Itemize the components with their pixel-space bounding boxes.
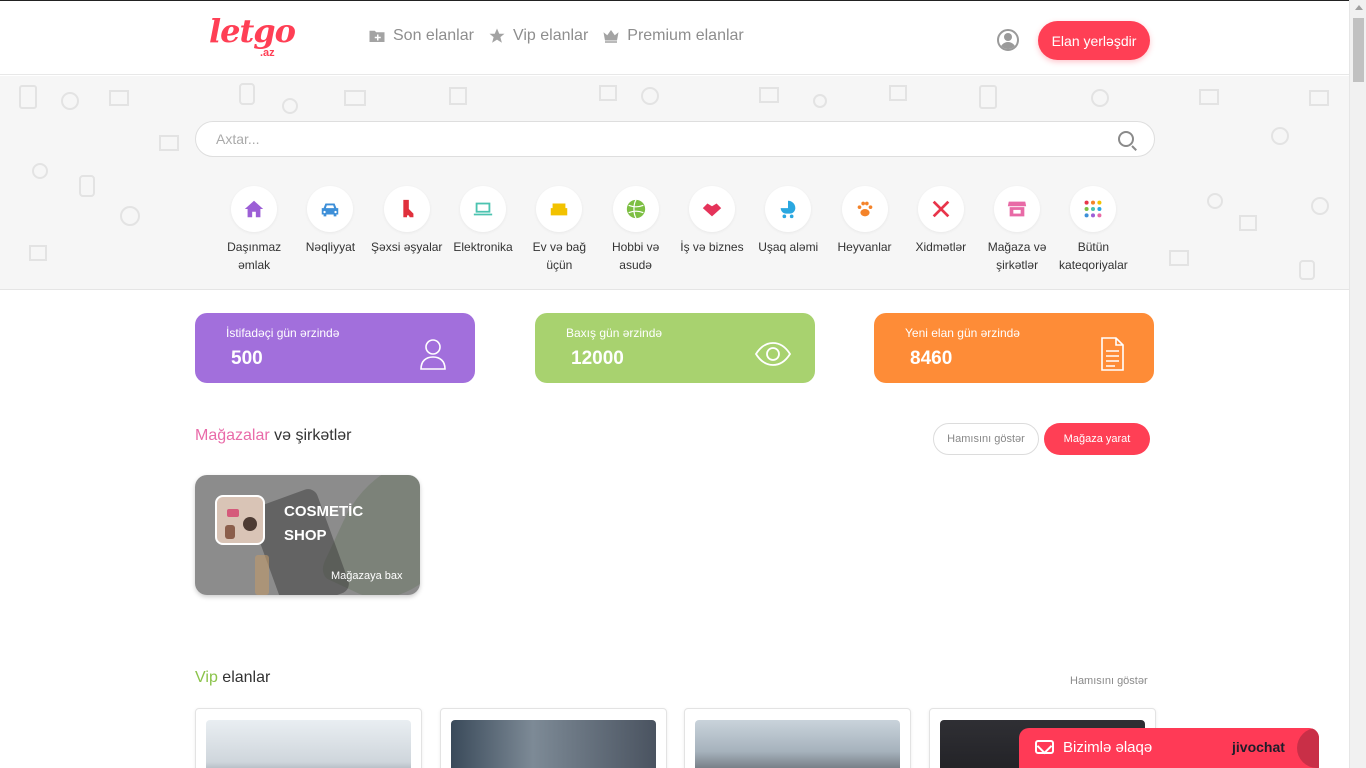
ad-image (695, 720, 900, 768)
store-icon (1007, 201, 1027, 217)
nav-label: Son elanlar (393, 27, 474, 44)
folder-plus-icon (369, 30, 385, 42)
ball-icon (626, 199, 645, 219)
boot-icon (403, 199, 414, 218)
title-accent: Vip (195, 669, 218, 686)
create-store-button[interactable]: Mağaza yarat (1044, 423, 1150, 455)
stat-new-ads: Yeni elan gün ərzində 8460 (874, 313, 1154, 383)
nav-vip-elanlar[interactable]: Vip elanlar (488, 27, 588, 45)
mail-icon (1035, 740, 1054, 754)
category-real-estate[interactable]: Daşınmaz əmlak (216, 186, 292, 274)
tools-icon (932, 200, 950, 218)
category-label: Heyvanlar (837, 240, 892, 254)
grid-icon (1084, 200, 1102, 218)
category-hobby[interactable]: Hobbi və asudə (597, 186, 673, 274)
category-home-garden[interactable]: Ev və bağ üçün (521, 186, 597, 274)
vip-ad-card[interactable] (195, 708, 422, 768)
stroller-icon (780, 200, 796, 219)
stores-section-title: Mağazalar və şirkətlər (195, 427, 352, 445)
handshake-icon (702, 203, 722, 217)
chat-brand: jivochat (1232, 739, 1285, 755)
vip-ad-card[interactable] (440, 708, 667, 768)
category-label: Bütün kateqoriyalar (1059, 240, 1128, 272)
eye-icon (755, 342, 791, 366)
stat-label: Yeni elan gün ərzində (905, 326, 1020, 340)
stat-value: 500 (231, 348, 263, 369)
category-label: İş və biznes (680, 240, 744, 254)
category-personal-items[interactable]: Şəxsi əşyalar (369, 186, 445, 274)
chat-agent-avatar (1297, 728, 1319, 768)
store-name: COSMETİC SHOP (284, 503, 364, 544)
category-label: Mağaza və şirkətlər (987, 240, 1047, 272)
scrollbar-thumb[interactable] (1353, 18, 1364, 82)
logo-text: letgo (209, 12, 296, 50)
category-transport[interactable]: Nəqliyyat (292, 186, 368, 274)
category-services[interactable]: Xidmətlər (903, 186, 979, 274)
document-icon (1101, 337, 1124, 371)
ad-image (206, 720, 411, 768)
stat-value: 12000 (571, 348, 624, 369)
stat-views: Baxış gün ərzində 12000 (535, 313, 815, 383)
user-icon (420, 339, 446, 370)
stat-label: Baxış gün ərzində (566, 326, 663, 340)
category-label: Hobbi və asudə (611, 240, 660, 272)
store-avatar (215, 495, 265, 545)
star-icon (489, 28, 505, 43)
user-account-icon[interactable] (997, 29, 1019, 51)
post-ad-button[interactable]: Elan yerləşdir (1038, 21, 1150, 60)
category-electronics[interactable]: Elektronika (445, 186, 521, 274)
search-icon[interactable] (1118, 131, 1134, 147)
category-label: Uşaq aləmi (758, 240, 819, 254)
category-business[interactable]: İş və biznes (674, 186, 750, 274)
view-store-link[interactable]: Mağazaya bax (331, 570, 403, 582)
house-icon (244, 200, 264, 218)
logo-domain: .az (260, 47, 275, 59)
vip-section-title: Vip elanlar (195, 669, 270, 687)
stat-users: İstifadəçi gün ərzində 500 (195, 313, 475, 383)
category-kids[interactable]: Uşaq aləmi (750, 186, 826, 274)
hero-section: Daşınmaz əmlak Nəqliyyat Şəxsi əşyalar E… (0, 76, 1349, 290)
nav-label: Premium elanlar (627, 27, 744, 44)
search-input[interactable] (216, 122, 1096, 156)
car-icon (322, 203, 339, 217)
site-header: letgo .az Son elanlar Vip elanlar Premiu… (0, 1, 1349, 75)
store-card[interactable]: COSMETİC SHOP Mağazaya bax (195, 475, 420, 595)
nav-son-elanlar[interactable]: Son elanlar (368, 27, 474, 45)
chat-label: Bizimlə əlaqə (1063, 739, 1153, 756)
title-accent: Mağazalar (195, 427, 270, 444)
category-label: Şəxsi əşyalar (371, 240, 443, 254)
show-all-stores-button[interactable]: Hamısını göstər (933, 423, 1039, 455)
stat-value: 8460 (910, 348, 953, 369)
category-list: Daşınmaz əmlak Nəqliyyat Şəxsi əşyalar E… (216, 186, 1132, 274)
scroll-up-arrow[interactable] (1355, 5, 1363, 10)
page-scrollbar[interactable] (1349, 0, 1366, 768)
ad-image (451, 720, 656, 768)
sofa-icon (551, 203, 568, 216)
category-label: Daşınmaz əmlak (227, 240, 282, 272)
main-nav: Son elanlar Vip elanlar Premium elanlar (368, 27, 744, 45)
search-bar (195, 121, 1155, 157)
category-stores[interactable]: Mağaza və şirkətlər (979, 186, 1055, 274)
laptop-icon (473, 202, 493, 216)
category-label: Elektronika (453, 240, 513, 254)
category-label: Nəqliyyat (305, 240, 356, 254)
vip-ad-card[interactable] (684, 708, 911, 768)
category-all[interactable]: Bütün kateqoriyalar (1055, 186, 1131, 274)
category-label: Xidmətlər (915, 240, 967, 254)
show-all-vip-link[interactable]: Hamısını göstər (1070, 675, 1148, 687)
title-rest: və şirkətlər (269, 427, 352, 444)
title-rest: elanlar (217, 669, 271, 686)
category-label: Ev və bağ üçün (532, 240, 587, 272)
nav-premium-elanlar[interactable]: Premium elanlar (602, 27, 744, 45)
stat-label: İstifadəçi gün ərzində (226, 326, 340, 340)
contact-chat-widget[interactable]: Bizimlə əlaqə jivochat (1019, 728, 1319, 768)
paw-icon (857, 201, 872, 217)
letgo-logo[interactable]: letgo .az (209, 12, 296, 59)
crown-icon (603, 30, 619, 43)
nav-label: Vip elanlar (512, 27, 589, 44)
category-animals[interactable]: Heyvanlar (826, 186, 902, 274)
